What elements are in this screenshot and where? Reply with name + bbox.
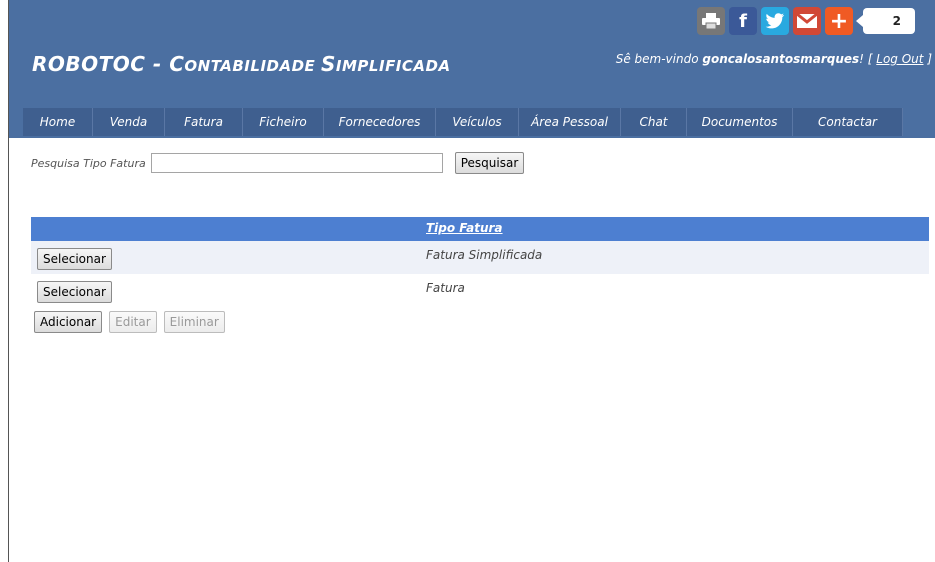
- tipo-fatura-table: Tipo Fatura Selecionar Fatura Simplifica…: [31, 217, 929, 307]
- brand-word2-rest: implificada: [335, 57, 451, 75]
- action-buttons: Adicionar Editar Eliminar: [31, 311, 229, 333]
- nav-label: Veículos: [452, 115, 502, 129]
- nav-label: Home: [39, 115, 76, 129]
- nav-item-contactar[interactable]: Contactar: [793, 108, 903, 136]
- search-label: Pesquisa Tipo Fatura: [31, 156, 146, 170]
- search-bar: Pesquisa Tipo Fatura Pesquisar: [31, 152, 525, 174]
- share-count: 2: [856, 8, 915, 34]
- table-row: Selecionar Fatura Simplificada: [31, 241, 929, 274]
- nav-item-area-pessoal[interactable]: Área Pessoal: [519, 108, 621, 136]
- welcome-message: Sê bem-vindo goncalosantosmarques! [ Log…: [616, 52, 932, 66]
- brand-word1-initial: C: [169, 52, 185, 76]
- table-row: Selecionar Fatura: [31, 274, 929, 307]
- add-button[interactable]: Adicionar: [34, 311, 103, 333]
- welcome-tail: ]: [923, 52, 932, 66]
- tipo-fatura-cell: Fatura: [426, 281, 465, 295]
- site-title: ROBOTOC - Contabilidade Simplificada: [32, 52, 451, 76]
- nav-item-chat[interactable]: Chat: [621, 108, 687, 136]
- welcome-suffix: ! [: [859, 52, 877, 66]
- delete-button[interactable]: Eliminar: [163, 311, 225, 333]
- nav-label: Documentos: [701, 115, 778, 129]
- brand-word2-initial: S: [321, 52, 336, 76]
- nav-label: Contactar: [818, 115, 877, 129]
- select-button[interactable]: Selecionar: [37, 248, 112, 270]
- main-nav: Home Venda Fatura Ficheiro Fornecedores …: [23, 108, 903, 136]
- welcome-prefix: Sê bem-vindo: [615, 52, 703, 66]
- table-header: Tipo Fatura: [31, 217, 929, 241]
- nav-item-documentos[interactable]: Documentos: [687, 108, 793, 136]
- logout-link[interactable]: Log Out: [876, 52, 923, 66]
- nav-item-fornecedores[interactable]: Fornecedores: [324, 108, 436, 136]
- facebook-icon[interactable]: f: [729, 7, 757, 35]
- search-input[interactable]: [150, 153, 443, 173]
- search-button[interactable]: Pesquisar: [454, 152, 525, 174]
- nav-item-venda[interactable]: Venda: [93, 108, 165, 136]
- add-share-icon[interactable]: +: [825, 7, 853, 35]
- twitter-icon[interactable]: [761, 7, 789, 35]
- share-toolbar: f + 2: [697, 6, 915, 36]
- brand-prefix: ROBOTOC -: [32, 52, 170, 76]
- nav-item-fatura[interactable]: Fatura: [165, 108, 243, 136]
- nav-label: Ficheiro: [259, 115, 307, 129]
- nav-item-ficheiro[interactable]: Ficheiro: [243, 108, 324, 136]
- nav-label: Fatura: [184, 115, 223, 129]
- facebook-glyph: f: [739, 10, 747, 32]
- tipo-fatura-cell: Fatura Simplificada: [426, 248, 543, 262]
- printer-icon[interactable]: [697, 7, 725, 35]
- share-count-value: 2: [892, 14, 901, 28]
- nav-label: Área Pessoal: [531, 115, 608, 129]
- gmail-icon[interactable]: [793, 7, 821, 35]
- nav-label: Fornecedores: [338, 115, 421, 129]
- column-header-tipo-fatura[interactable]: Tipo Fatura: [426, 221, 503, 235]
- plus-glyph: +: [829, 8, 849, 34]
- nav-item-veiculos[interactable]: Veículos: [436, 108, 519, 136]
- nav-label: Venda: [109, 115, 148, 129]
- brand-word1-rest: ontabilidade: [184, 57, 322, 75]
- edit-button[interactable]: Editar: [109, 311, 157, 333]
- username: goncalosantosmarques: [702, 52, 860, 66]
- nav-item-home[interactable]: Home: [23, 108, 93, 136]
- nav-label: Chat: [639, 115, 668, 129]
- select-button[interactable]: Selecionar: [37, 281, 112, 303]
